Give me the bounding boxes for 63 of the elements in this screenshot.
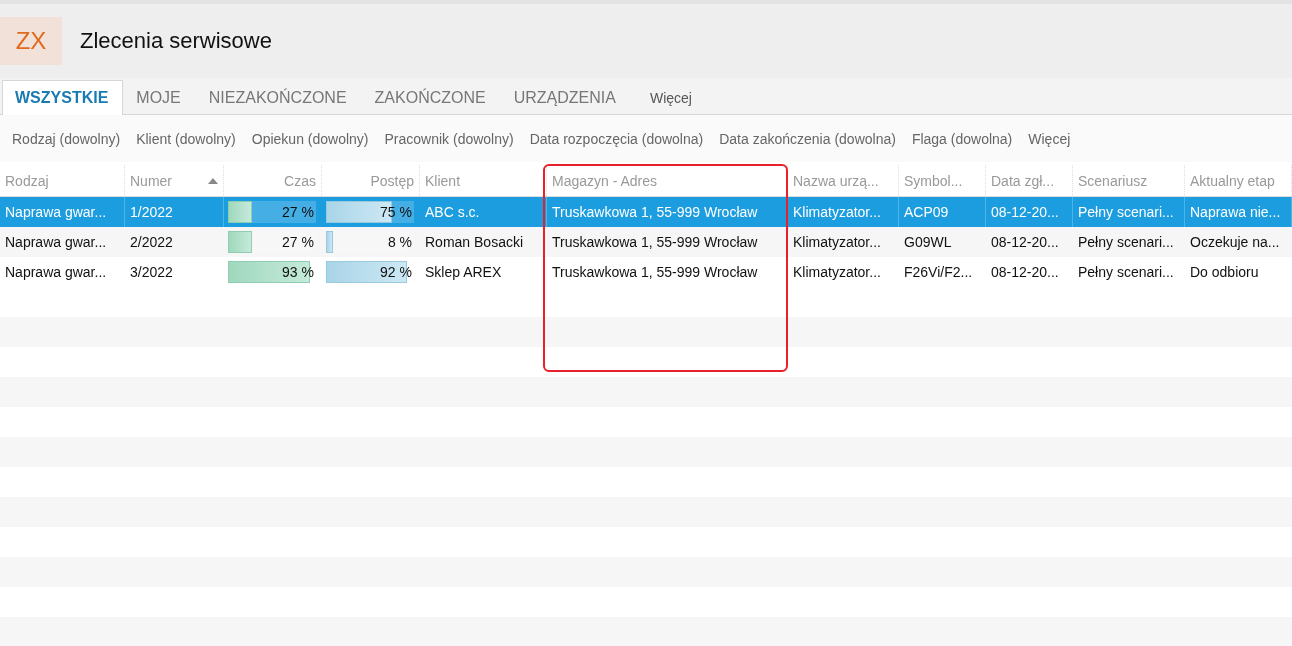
- more-tab[interactable]: Więcej: [636, 80, 707, 115]
- percent-text: 27 %: [282, 234, 315, 250]
- table-cell-text: Klimatyzator...: [792, 263, 882, 282]
- table-cell-text: Naprawa gwar...: [4, 263, 108, 282]
- filter-dropdown[interactable]: Pracownik (dowolny): [384, 130, 514, 147]
- table-cell-text: Truskawkowa 1, 55-999 Wrocław: [551, 263, 759, 282]
- tab[interactable]: MOJE: [123, 80, 196, 115]
- column-header[interactable]: Czas: [224, 165, 322, 196]
- table-row[interactable]: Naprawa gwar... 2/2022 27 % 8 % Roman Bosacki Truskawkowa 1, 55-999 Wrocław Klimatyzator... G09WL 08-12-20... Pełny scenari... Oczekuje na...: [0, 227, 1292, 257]
- filter-dropdown[interactable]: Data rozpoczęcia (dowolna): [529, 130, 704, 147]
- table-cell-text: Sklep AREX: [424, 263, 503, 282]
- table-cell-text: Do odbioru: [1189, 263, 1260, 282]
- table-cell-text: Pełny scenari...: [1077, 233, 1175, 252]
- table-cell-text: 08-12-20...: [990, 233, 1060, 252]
- column-header[interactable]: Aktualny etap: [1185, 165, 1292, 196]
- column-label: Data zgł...: [991, 172, 1055, 189]
- table-cell-text: Truskawkowa 1, 55-999 Wrocław: [551, 233, 759, 252]
- column-label: Symbol...: [904, 172, 963, 189]
- table-cell-text: F26Vi/F2...: [903, 263, 974, 282]
- column-header[interactable]: Magazyn - Adres: [547, 165, 788, 196]
- table-cell-text: Naprawa gwar...: [4, 233, 108, 252]
- filter-dropdown[interactable]: Opiekun (dowolny): [251, 130, 369, 147]
- column-label: Czas: [284, 172, 316, 189]
- tab[interactable]: URZĄDZENIA: [500, 80, 631, 115]
- column-header[interactable]: Klient: [420, 165, 547, 196]
- table-cell-text: Pełny scenari...: [1077, 263, 1175, 282]
- column-label: Postęp: [370, 172, 414, 189]
- column-header[interactable]: Rodzaj: [0, 165, 125, 196]
- tab[interactable]: ZAKOŃCZONE: [361, 80, 501, 115]
- column-header[interactable]: Data zgł...: [986, 165, 1073, 196]
- percent-text: 93 %: [282, 264, 315, 280]
- column-label: Nazwa urzą...: [793, 172, 879, 189]
- column-header[interactable]: Scenariusz: [1073, 165, 1185, 196]
- filter-dropdown[interactable]: Flaga (dowolna): [911, 130, 1013, 147]
- column-label: Aktualny etap: [1190, 172, 1275, 189]
- table-row[interactable]: Naprawa gwar... 3/2022 93 % 92 % Sklep AREX Truskawkowa 1, 55-999 Wrocław Klimatyzator... F26Vi/F2... 08-12-20... Pełny scenari... Do odbioru: [0, 257, 1292, 287]
- percent-text: 92 %: [380, 264, 413, 280]
- percent-text: 8 %: [387, 234, 413, 250]
- column-header[interactable]: Nazwa urzą...: [788, 165, 899, 196]
- column-label: Magazyn - Adres: [552, 172, 658, 189]
- filter-dropdown[interactable]: Klient (dowolny): [136, 130, 236, 147]
- percent-text: 27 %: [282, 204, 315, 220]
- page-title: Zlecenia serwisowe: [80, 28, 272, 54]
- column-label: Numer: [130, 172, 172, 189]
- column-header[interactable]: Postęp: [322, 165, 420, 196]
- filter-dropdown[interactable]: Data zakończenia (dowolna): [719, 130, 896, 147]
- column-label: Klient: [425, 172, 461, 189]
- tab[interactable]: WSZYSTKIE: [2, 80, 124, 115]
- column-header[interactable]: Numer: [125, 165, 224, 196]
- app-logo: ZX: [0, 17, 62, 65]
- more-filters-button[interactable]: Więcej: [1028, 130, 1071, 147]
- table-cell-text: Roman Bosacki: [424, 233, 525, 252]
- table-cell-text: 2/2022: [129, 233, 174, 252]
- table-cell-text: Klimatyzator...: [792, 233, 882, 252]
- table-cell-text: 3/2022: [129, 263, 174, 282]
- table-cell-text: G09WL: [903, 233, 953, 252]
- table-cell-text: Oczekuje na...: [1189, 233, 1281, 252]
- column-header[interactable]: Symbol...: [899, 165, 986, 196]
- filter-dropdown[interactable]: Rodzaj (dowolny): [12, 130, 121, 147]
- column-label: Scenariusz: [1078, 172, 1148, 189]
- tab[interactable]: NIEZAKOŃCZONE: [195, 80, 362, 115]
- table-cell-text: 08-12-20...: [990, 263, 1060, 282]
- column-label: Rodzaj: [5, 172, 49, 189]
